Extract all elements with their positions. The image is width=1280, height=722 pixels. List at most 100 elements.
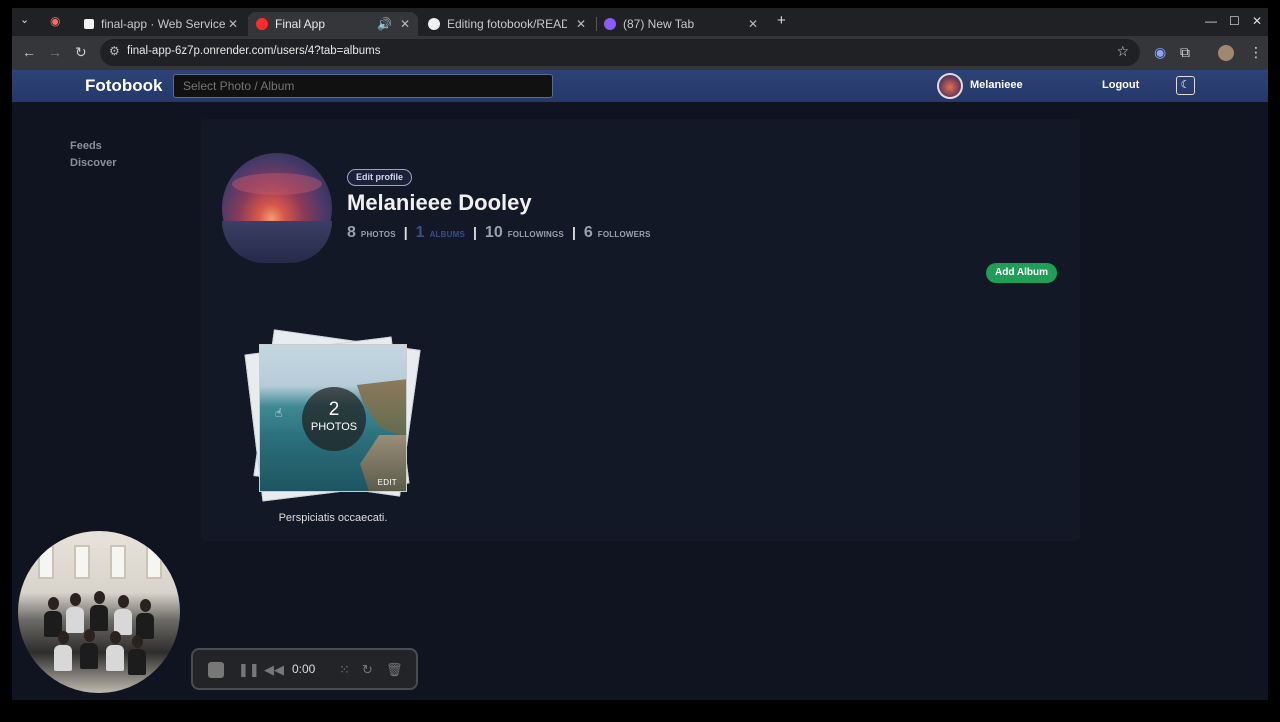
stat-value: 10 [484,224,503,241]
add-album-button[interactable]: Add Album [986,263,1057,283]
tab-title: (87) New Tab [623,17,695,31]
sidebar-item-discover[interactable]: Discover [70,157,116,169]
hand-cursor-icon: ☝ [275,406,283,420]
webcam-person [110,631,121,644]
webcam-person [84,629,95,642]
webcam-preview[interactable] [18,531,180,693]
pause-icon[interactable]: ❚❚ [238,662,260,678]
profile-picture-sea [222,221,332,263]
extensions-puzzle-icon[interactable]: ⧉ [1180,44,1190,61]
app-navbar: Fotobook Melanieee Logout ☾ [12,70,1268,102]
stat-albums[interactable]: 1 ALBUMS [416,224,465,242]
user-avatar[interactable] [937,73,963,99]
close-tab-icon[interactable]: ✕ [400,17,410,31]
close-tab-icon[interactable]: ✕ [748,17,758,31]
forward-arrow-icon[interactable]: → [48,44,62,60]
album-card[interactable]: 2 PHOTOS EDIT ☝ Perspiciatis occaecati. [244,329,425,529]
profile-card: Edit profile Melanieee Dooley 8 PHOTOS |… [201,119,1080,541]
speaker-icon[interactable]: 🔊 [377,17,392,31]
album-cover-image[interactable]: 2 PHOTOS EDIT ☝ [259,344,407,492]
stat-value: 6 [583,224,593,241]
delete-trash-icon[interactable]: 🗑 [386,662,403,678]
tab-list-chevron-icon[interactable]: ⌄ [20,13,29,26]
nav-username[interactable]: Melanieee [970,79,1023,91]
photo-count: 2 [328,399,340,420]
bookmark-star-icon[interactable]: ☆ [1116,43,1129,60]
tab-title: final-app · Web Service [101,17,226,31]
github-favicon-icon [428,18,440,30]
tab-new-tab[interactable]: (87) New Tab ✕ [596,12,766,36]
stop-record-icon[interactable] [208,662,224,678]
theme-toggle-moon-icon[interactable]: ☾ [1176,76,1195,95]
webcam-person [48,597,59,610]
stat-divider: | [473,224,477,240]
webcam-person [70,593,81,606]
sidebar-item-feeds[interactable]: Feeds [70,140,102,152]
album-title[interactable]: Perspiciatis occaecati. [245,512,421,524]
stat-label: FOLLOWERS [597,230,651,239]
close-tab-icon[interactable]: ✕ [228,17,238,31]
browser-menu-icon[interactable]: ⋮ [1249,44,1263,61]
webcam-person [132,635,143,648]
site-info-icon[interactable]: ⚙ [109,44,120,58]
profile-picture [222,153,332,263]
webcam-person [128,649,146,675]
webcam-person [94,591,105,604]
tab-title: Editing fotobook/READM [447,17,567,31]
grid-dots-icon[interactable]: ⁙ [339,662,350,678]
maximize-icon[interactable]: ☐ [1229,14,1240,28]
stat-followers[interactable]: 6 FOLLOWERS [584,224,651,242]
webcam-person [66,607,84,633]
webcam-person [54,645,72,671]
webcam-person [90,605,108,631]
rewind-icon[interactable]: ◀◀ [264,662,284,678]
stat-label: ALBUMS [429,230,465,239]
logout-link[interactable]: Logout [1102,79,1139,91]
stat-followings[interactable]: 10 FOLLOWINGS [485,224,564,242]
webcam-person [106,645,124,671]
webcam-window [146,545,162,579]
close-tab-icon[interactable]: ✕ [576,17,586,31]
reload-icon[interactable]: ↻ [75,44,87,61]
webcam-window [38,545,54,579]
stat-value: 8 [347,224,356,241]
album-edit-link[interactable]: EDIT [378,478,397,487]
brand-logo[interactable]: Fotobook [85,76,162,96]
back-arrow-icon[interactable]: ← [22,44,36,60]
extension-icon[interactable]: ◉ [1154,44,1166,61]
webcam-window [110,545,126,579]
photo-count-overlay: 2 PHOTOS [302,387,366,451]
final-app-favicon-icon [256,18,268,30]
stat-label: PHOTOS [360,230,396,239]
stat-label: FOLLOWINGS [507,230,564,239]
screen: ⌄ ◉ final-app · Web Service ✕ Final App … [12,8,1268,700]
edit-profile-button[interactable]: Edit profile [347,169,412,186]
render-favicon-icon [84,19,94,29]
stat-photos[interactable]: 8 PHOTOS [347,224,396,242]
recording-time: 0:00 [292,662,316,676]
webcam-person [118,595,129,608]
profile-name: Melanieee Dooley [347,190,532,215]
minimize-icon[interactable]: — [1205,14,1217,28]
browser-tab-bar: ⌄ ◉ final-app · Web Service ✕ Final App … [12,8,1268,36]
browser-toolbar: ← → ↻ ⚙ final-app-6z7p.onrender.com/user… [12,36,1268,70]
tab-final-app[interactable]: Final App 🔊 ✕ [248,12,418,36]
stat-divider: | [403,224,408,240]
new-tab-plus-icon[interactable]: + [777,12,786,29]
tab-web-service[interactable]: final-app · Web Service ✕ [76,12,246,36]
stat-divider: | [571,224,576,240]
profile-stats: 8 PHOTOS | 1 ALBUMS | 10 FOLLOWINGS | 6 … [347,224,659,242]
address-bar[interactable]: ⚙ final-app-6z7p.onrender.com/users/4?ta… [100,39,1140,66]
webcam-person [58,631,69,644]
restart-icon[interactable]: ↻ [362,662,373,678]
webcam-person [80,643,98,669]
search-input[interactable] [173,74,553,98]
profile-avatar-icon[interactable] [1218,45,1234,61]
url-text: final-app-6z7p.onrender.com/users/4?tab=… [127,45,381,57]
tab-github[interactable]: Editing fotobook/READM ✕ [420,12,594,36]
recording-icon[interactable]: ◉ [50,14,60,28]
tab-title: Final App [275,17,326,31]
profile-picture-cloud [232,173,322,195]
close-window-icon[interactable]: ✕ [1252,14,1262,28]
webcam-window [74,545,90,579]
